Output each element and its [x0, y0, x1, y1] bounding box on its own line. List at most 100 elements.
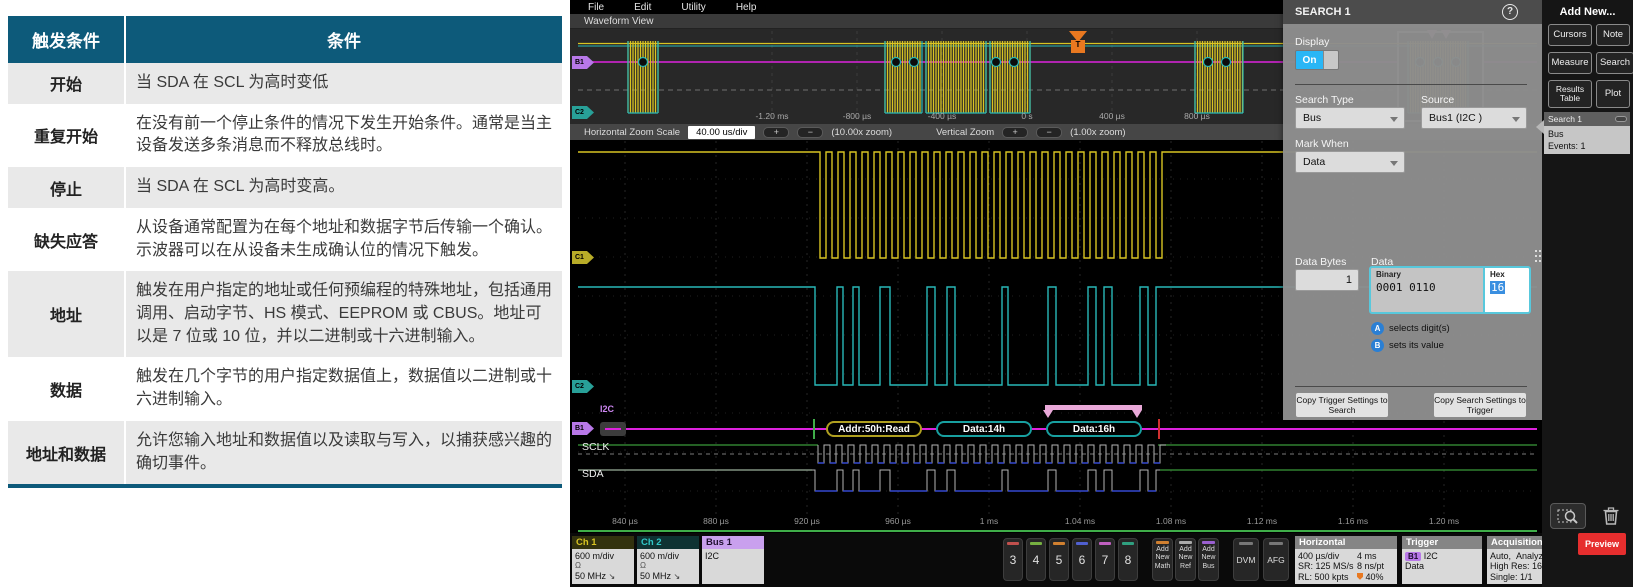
time-tick: 1.12 ms: [1238, 516, 1286, 526]
menu-edit[interactable]: Edit: [634, 2, 651, 13]
channel-5-button[interactable]: 5: [1049, 538, 1069, 581]
search-type-dropdown[interactable]: Bus: [1295, 107, 1405, 129]
overview-tick: -1.20 ms: [748, 111, 796, 121]
h-zoom-minus-button[interactable]: −: [797, 127, 823, 138]
trash-icon: [1602, 506, 1620, 526]
row-label: 数据: [8, 357, 126, 420]
bus1-badge-title: Bus 1: [702, 536, 764, 549]
trigger-position-icon: [1357, 573, 1363, 580]
display-toggle-knob: [1323, 51, 1338, 69]
trigger-table-header: 触发条件 条件: [8, 16, 562, 63]
row-text: 触发在用户指定的地址或任何预编程的特殊地址，包括通用调用、启动字节、HS 模式、…: [126, 271, 562, 357]
row-label: 地址和数据: [8, 421, 126, 484]
delete-button[interactable]: [1598, 503, 1624, 529]
hex-field[interactable]: Hex 16: [1483, 268, 1529, 312]
decode-box-data2: Data:16h: [1046, 421, 1142, 437]
search1-toggle[interactable]: [1615, 116, 1627, 122]
v-zoom-plus-button[interactable]: +: [1002, 127, 1028, 138]
overview-tick: -400 µs: [918, 111, 966, 121]
preview-button[interactable]: Preview: [1578, 533, 1626, 555]
digital-label-sda: SDA: [582, 468, 604, 480]
horizontal-title: Horizontal: [1295, 536, 1397, 549]
table-row: 数据 触发在几个字节的用户指定数据值上，数据值以二进制或十六进制输入。: [8, 357, 562, 420]
bus-chip-line: [605, 428, 621, 430]
overview-tick: 0 s: [1003, 111, 1051, 121]
menu-utility[interactable]: Utility: [681, 2, 705, 13]
overview-tick: 400 µs: [1088, 111, 1136, 121]
add-plot-button[interactable]: Plot: [1596, 80, 1630, 108]
ch1-badge-title: Ch 1: [572, 536, 634, 549]
header-trigger-condition: 触发条件: [8, 16, 126, 63]
decode-box-data1: Data:14h: [936, 421, 1032, 437]
time-tick: 920 µs: [783, 516, 831, 526]
horizontal-badge[interactable]: Horizontal 400 µs/div4 ms SR: 125 MS/s8 …: [1295, 536, 1397, 584]
add-new-ref-button[interactable]: Add New Ref: [1175, 538, 1196, 581]
afg-strip: [1269, 542, 1283, 545]
channel-8-button[interactable]: 8: [1118, 538, 1138, 581]
add-search-button[interactable]: Search: [1596, 52, 1633, 74]
ch2-badge-title: Ch 2: [637, 536, 699, 549]
menu-file[interactable]: File: [588, 2, 604, 13]
search-mark-bar: [1045, 405, 1142, 410]
h-zoom-scale-value[interactable]: 40.00 us/div: [688, 126, 755, 139]
channel-7-button[interactable]: 7: [1095, 538, 1115, 581]
display-toggle[interactable]: On: [1295, 50, 1339, 70]
copy-search-to-trigger-button[interactable]: Copy Search Settings to Trigger: [1433, 392, 1527, 418]
add-cursors-button[interactable]: Cursors: [1548, 24, 1592, 46]
bus-chip: [600, 422, 626, 436]
binary-field[interactable]: Binary 0001 0110: [1371, 268, 1483, 312]
chevron-down-icon: [1390, 117, 1398, 122]
bw-limit-icon: ↘: [674, 572, 681, 581]
add-measure-button[interactable]: Measure: [1548, 52, 1592, 74]
overview-tick: 800 µs: [1173, 111, 1221, 121]
bus1-type: I2C: [705, 551, 761, 561]
row-text: 当 SDA 在 SCL 为高时变低: [126, 63, 562, 104]
probe-icon: Ω: [575, 561, 631, 570]
row-label: 停止: [8, 167, 126, 208]
data-value-group[interactable]: Binary 0001 0110 Hex 16: [1369, 266, 1531, 314]
data-bytes-field[interactable]: 1: [1295, 269, 1359, 291]
mark-when-dropdown[interactable]: Data: [1295, 151, 1405, 173]
search-config-panel: SEARCH 1 ? Display On Search Type Bus So…: [1283, 0, 1542, 420]
h-zoom-plus-button[interactable]: +: [763, 127, 789, 138]
ch2-scale: 600 m/div: [640, 551, 696, 561]
trigger-badge[interactable]: Trigger B1 I2C Data: [1402, 536, 1482, 584]
ch2-badge[interactable]: Ch 2 600 m/div Ω 50 MHz ↘: [637, 536, 699, 584]
menu-help[interactable]: Help: [736, 2, 757, 13]
hint-b: B sets its value: [1371, 339, 1444, 352]
table-row: 停止 当 SDA 在 SCL 为高时变高。: [8, 167, 562, 208]
channel-6-button[interactable]: 6: [1072, 538, 1092, 581]
display-label: Display: [1295, 36, 1329, 48]
add-note-button[interactable]: Note: [1596, 24, 1630, 46]
ch7-color-strip: [1099, 542, 1111, 545]
search1-result-tab[interactable]: Search 1 Bus Events: 1: [1544, 112, 1630, 154]
v-zoom-minus-button[interactable]: −: [1036, 127, 1062, 138]
row-text: 触发在几个字节的用户指定数据值上，数据值以二进制或十六进制输入。: [126, 357, 562, 420]
mark-when-label: Mark When: [1295, 138, 1349, 150]
a-knob-icon: A: [1371, 322, 1384, 335]
table-row: 地址 触发在用户指定的地址或任何预编程的特殊地址，包括通用调用、启动字节、HS …: [8, 271, 562, 357]
add-results-table-button[interactable]: Results Table: [1548, 80, 1592, 108]
bus1-badge[interactable]: Bus 1 I2C: [702, 536, 764, 584]
plot-bottom-line: [578, 530, 1537, 532]
source-dropdown[interactable]: Bus1 (I2C ): [1421, 107, 1527, 129]
add-new-math-button[interactable]: Add New Math: [1152, 538, 1173, 581]
panel-drag-handle[interactable]: [1535, 250, 1537, 252]
dvm-button[interactable]: DVM: [1233, 538, 1259, 581]
trigger-source: B1 I2C: [1405, 551, 1479, 561]
add-new-bus-button[interactable]: Add New Bus: [1198, 538, 1219, 581]
display-toggle-on: On: [1296, 51, 1323, 69]
zoom-select-button[interactable]: [1550, 503, 1586, 529]
afg-button[interactable]: AFG: [1263, 538, 1289, 581]
binary-value: 0001 0110: [1376, 281, 1478, 294]
copy-trigger-to-search-button[interactable]: Copy Trigger Settings to Search: [1295, 392, 1389, 418]
channel-4-button[interactable]: 4: [1026, 538, 1046, 581]
help-icon[interactable]: ?: [1502, 4, 1518, 20]
ch1-badge[interactable]: Ch 1 600 m/div Ω 50 MHz ↘: [572, 536, 634, 584]
chevron-down-icon: [1390, 161, 1398, 166]
trigger-title: Trigger: [1402, 536, 1482, 549]
channel-3-button[interactable]: 3: [1003, 538, 1023, 581]
time-tick: 1.08 ms: [1147, 516, 1195, 526]
search1-events: Events: 1: [1548, 140, 1626, 152]
search-mark-triangle: [1132, 410, 1142, 418]
